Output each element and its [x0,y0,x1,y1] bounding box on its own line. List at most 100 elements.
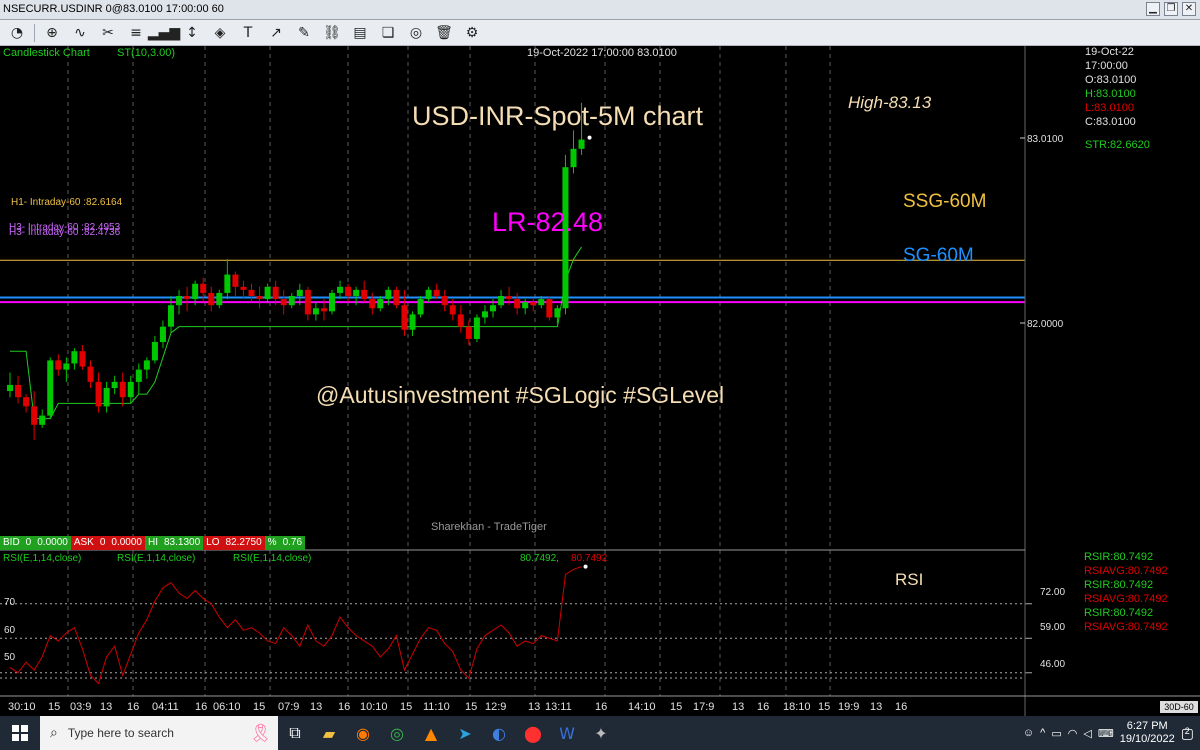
minimize-button[interactable]: ▁ [1146,2,1160,16]
vertical-line-icon[interactable]: ↕ [181,22,203,44]
vlc-icon[interactable]: ▲ [414,716,448,750]
chart-svg[interactable]: Candlestick Chart ST(10,3.00) 19-Oct-202… [0,46,1200,716]
wifi-icon[interactable]: ◠ [1068,727,1078,740]
battery-icon[interactable]: ▭ [1051,727,1061,740]
show-hidden-icon[interactable]: ^ [1040,727,1045,739]
clock-time: 6:27 PM [1126,720,1168,732]
settings-app-icon[interactable]: ✦ [584,716,618,750]
time-axis: 30:10 15 03:9 13 16 04:11 16 06:10 15 07:9 13 16 10:… [8,701,907,713]
candle-body [264,286,271,300]
telegram-icon[interactable]: ➤ [448,716,482,750]
time-axis-label: 04:11 [152,701,179,713]
rsi-readout: RSIR:80.7492 [1084,579,1154,591]
compass-icon[interactable]: ◎ [405,22,427,44]
candle-body [272,286,279,300]
candle-body [578,139,585,149]
candle-body [530,302,537,306]
candle-body [95,381,102,407]
timeframe-badge[interactable]: 30D-60 [1160,701,1198,713]
chart-area[interactable]: Candlestick Chart ST(10,3.00) 19-Oct-202… [0,46,1200,716]
text-icon[interactable]: T [237,22,259,44]
rsi-readout: RSIR:80.7492 [1084,551,1154,563]
candle-body [377,299,384,309]
info-time: 17:00:00 [1085,60,1128,72]
candle-body [409,314,416,330]
drawing-icon[interactable]: ✂ [97,22,119,44]
rsi-value-green: 80.7492, [520,553,559,564]
candle-body [119,381,126,398]
fibonacci-icon[interactable]: ≡ [125,22,147,44]
volume-icon[interactable]: ◁ [1083,727,1091,740]
window-title-bar: NSECURR.USDINR 0@83.0100 17:00:00 60 ▁ ❐… [0,0,1200,20]
taskbar-search[interactable]: ⌕ Type here to search 🎗 [40,716,278,750]
firefox-icon[interactable]: ◉ [346,716,380,750]
candle-body [337,286,344,293]
time-axis-label: 13:11 [545,701,572,713]
time-axis-label: 15 [400,701,412,713]
indicator-icon[interactable]: ∿ [69,22,91,44]
candle-body [176,296,183,306]
hi-price: 83.1300 [161,536,204,550]
layers-icon[interactable]: ❏ [377,22,399,44]
rsi-right-tick: 72.00 [1040,587,1065,598]
rsi-right-tick: 59.00 [1040,622,1065,633]
task-view-icon[interactable]: ⧉ [278,716,312,750]
rsi-layer [0,564,1032,685]
h1-level-label: H1- Intraday-60 :82.6164 [11,197,123,208]
cube-icon[interactable]: ◈ [209,22,231,44]
candle-body [425,289,432,300]
time-axis-label: 13 [310,701,322,713]
browser-icon[interactable]: ◐ [482,716,516,750]
candle-body [304,289,311,315]
candle-body [216,292,223,306]
candle-body [143,360,150,370]
clock-date: 19/10/2022 [1119,733,1175,745]
bar-icon[interactable]: ▂▄▆ [148,22,180,44]
candle-body [498,296,505,306]
arrow-icon[interactable]: ↗ [265,22,287,44]
candle-body [256,296,263,300]
start-button[interactable] [0,716,40,750]
candle-body [111,381,118,388]
candle-body [127,381,134,398]
trash-icon[interactable]: 🗑 [433,22,455,44]
pen-icon[interactable]: ✎ [293,22,315,44]
crosshair-icon[interactable]: ⊕ [41,22,63,44]
word-icon[interactable]: W [550,716,584,750]
candle-body [465,326,472,339]
candle-body [353,289,360,296]
template-icon[interactable]: ▤ [349,22,371,44]
candle-body [55,360,62,370]
time-axis-label: 13 [732,701,744,713]
chrome-icon[interactable]: ◎ [380,716,414,750]
awareness-ribbon-icon: 🎗 [249,722,272,743]
time-axis-label: 11:10 [423,701,450,713]
candle-body [288,296,295,306]
candle-body [369,299,376,309]
people-icon[interactable]: ☺ [1023,727,1034,739]
candle-body [7,384,13,392]
candle-body [63,363,70,370]
rsi-readout: RSIR:80.7492 [1084,607,1154,619]
pct-value: 0.76 [279,536,306,550]
header-datetime: 19-Oct-2022 17:00:00 83.0100 [527,47,677,59]
ssg-annotation: SSG-60M [903,191,986,212]
language-icon[interactable]: ⌨ [1098,727,1114,740]
rsi-label-3: RSI(E,1,14,close) [233,553,311,564]
tradetiger-icon[interactable]: ⬤ [516,716,550,750]
candle-body [39,415,46,425]
info-date: 19-Oct-22 [1085,46,1134,58]
info-high: H:83.0100 [1085,88,1136,100]
search-icon: ⌕ [50,725,58,741]
taskbar-clock[interactable]: 6:27 PM 19/10/2022 [1120,720,1175,746]
close-button[interactable]: ✕ [1182,2,1196,16]
chart-type-icon[interactable]: ◔ [6,22,28,44]
info-str: STR:82.6620 [1085,139,1150,151]
candle-body [280,299,287,306]
file-explorer-icon[interactable]: ▰ [312,716,346,750]
notification-icon[interactable]: ▢ 2 [1181,725,1194,742]
restore-button[interactable]: ❐ [1164,2,1178,16]
candle-body [240,286,247,290]
link-icon[interactable]: ⛓ [321,22,343,44]
settings-icon[interactable]: ⚙ [461,22,483,44]
